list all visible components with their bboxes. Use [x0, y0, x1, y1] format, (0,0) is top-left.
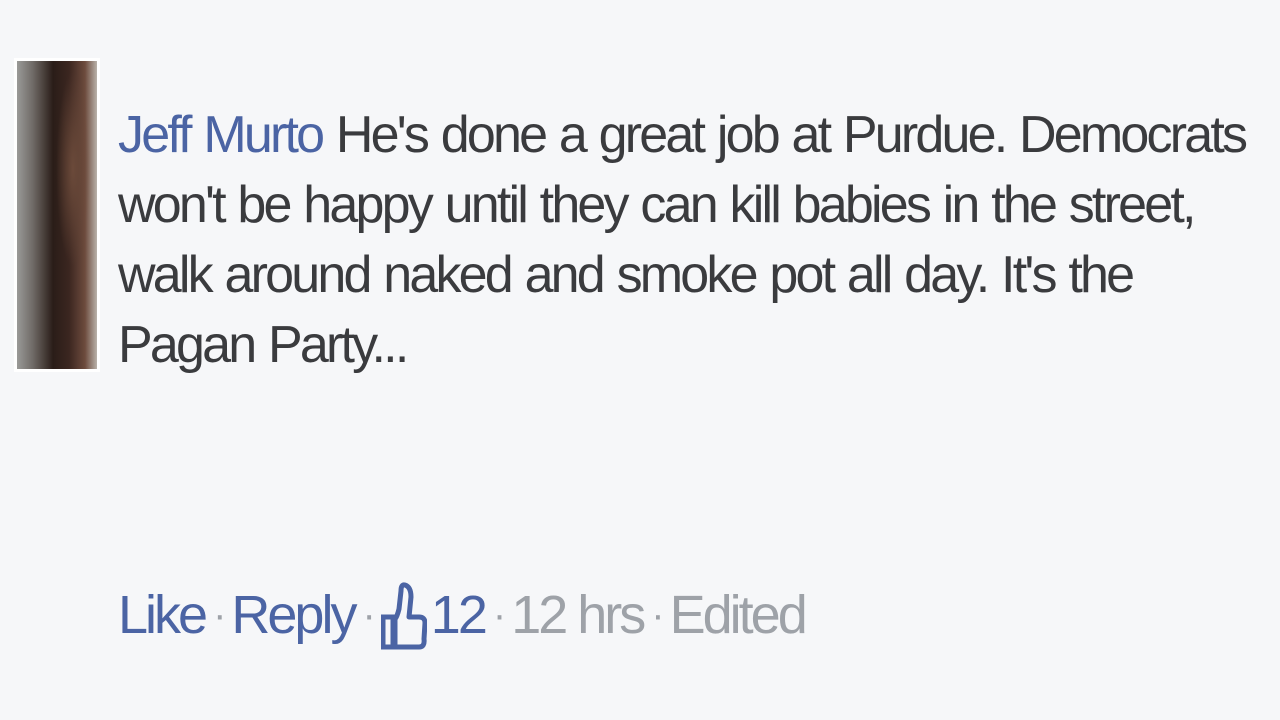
avatar[interactable]: [14, 58, 100, 372]
separator-dot: ·: [362, 592, 375, 637]
comment-content: Jeff Murto He's done a great job at Purd…: [118, 100, 1258, 380]
reply-link[interactable]: Reply: [231, 584, 357, 646]
timestamp-link[interactable]: 12 hrs: [511, 584, 646, 646]
thumbs-up-icon: [380, 582, 427, 650]
comment-body: Jeff Murto He's done a great job at Purd…: [118, 100, 1258, 380]
edited-label[interactable]: Edited: [670, 584, 808, 646]
comment-author-link[interactable]: Jeff Murto: [118, 106, 325, 164]
comment: Jeff Murto He's done a great job at Purd…: [0, 0, 1280, 720]
comment-actions: Like · Reply · 12 · 12 hrs · Edited: [118, 575, 808, 655]
separator-dot: ·: [213, 592, 226, 637]
like-count: 12: [430, 585, 488, 645]
like-count-button[interactable]: 12: [380, 579, 488, 651]
like-link[interactable]: Like: [118, 584, 208, 646]
avatar-image[interactable]: [17, 61, 97, 369]
separator-dot: ·: [651, 592, 664, 637]
separator-dot: ·: [492, 592, 506, 637]
